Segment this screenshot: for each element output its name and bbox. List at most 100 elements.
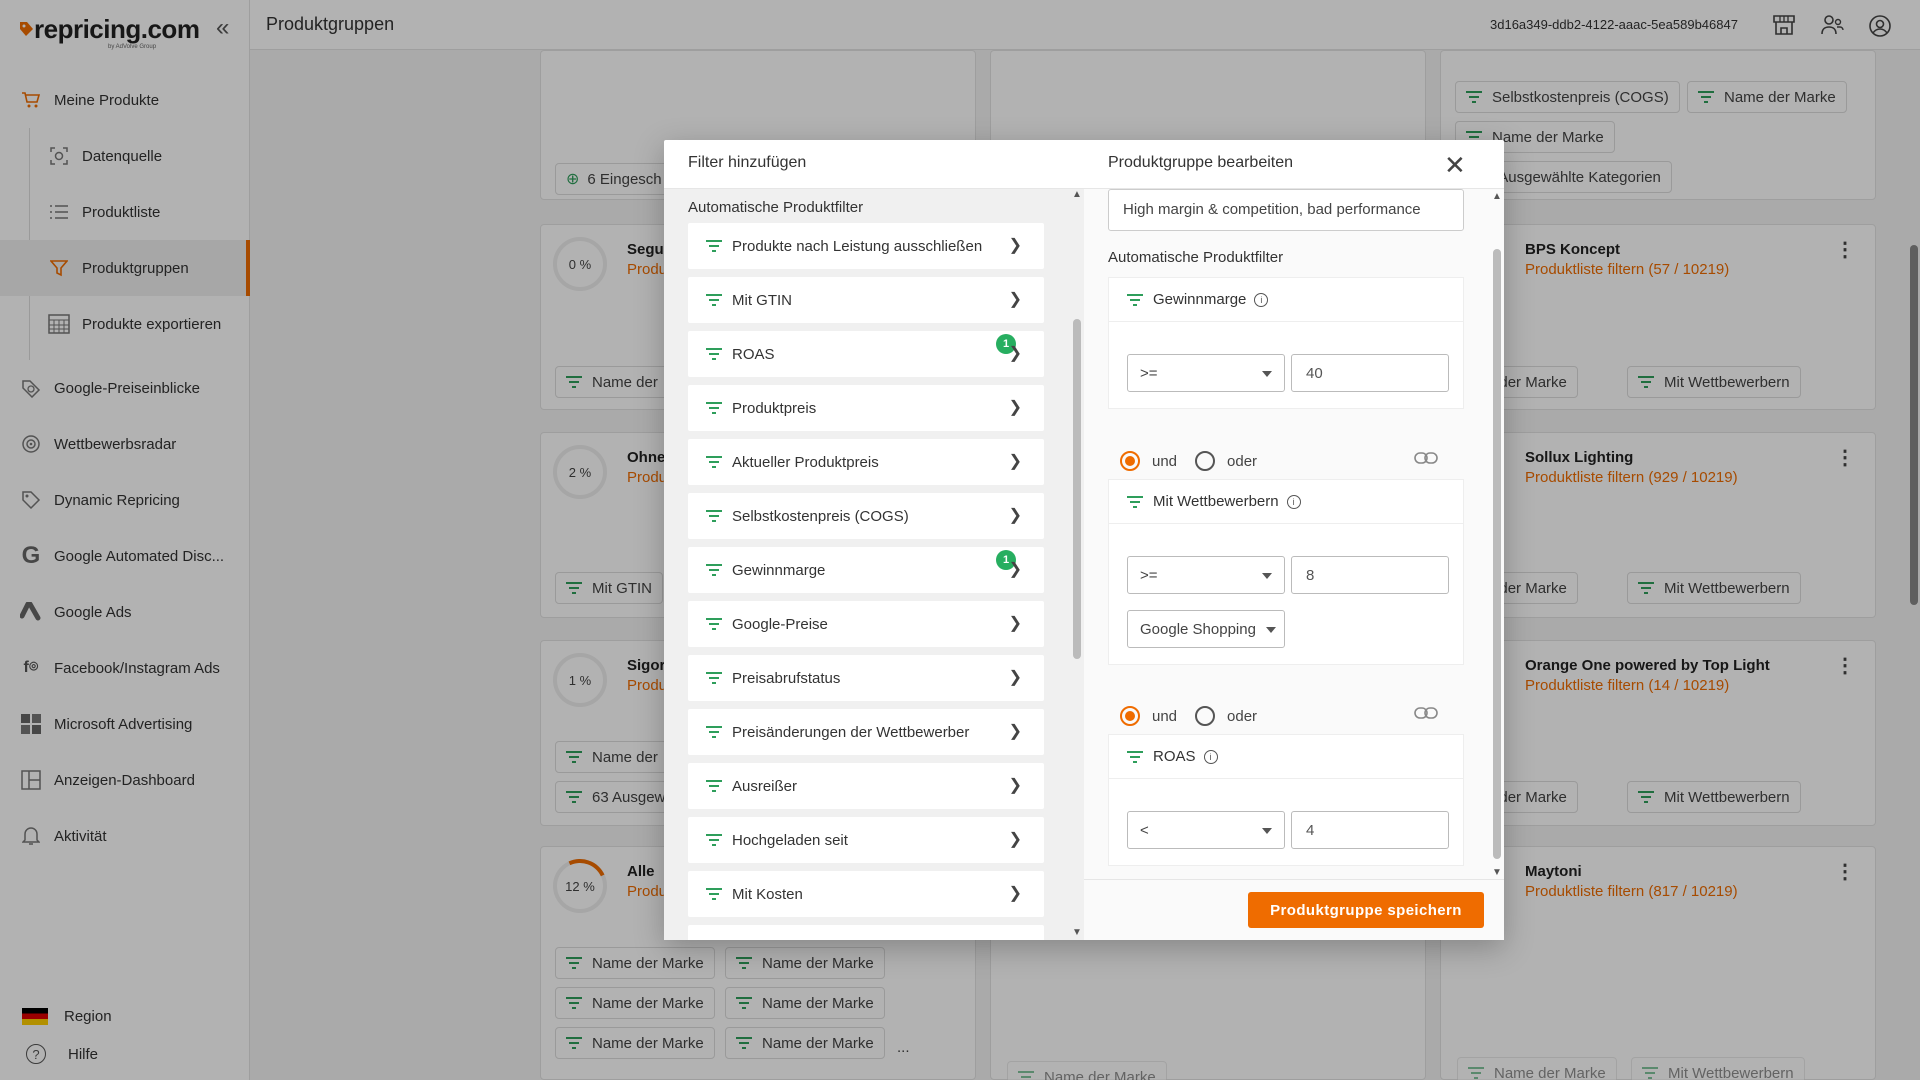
logic-toggle: und oder	[1120, 449, 1257, 473]
margin-value-input[interactable]: 40	[1291, 354, 1449, 392]
chevron-right-icon: ❯	[1008, 885, 1022, 902]
filter-item-label: Preisabrufstatus	[732, 669, 841, 687]
link-icon[interactable]	[1414, 451, 1438, 469]
filter-item-partial[interactable]	[688, 925, 1044, 940]
roas-value-input[interactable]: 4	[1291, 811, 1449, 849]
caret-down-icon	[1262, 573, 1272, 579]
filter-item-price-fetch-status[interactable]: Preisabrufstatus ❯	[688, 655, 1044, 701]
filter-block-label: Gewinnmarge	[1153, 291, 1247, 308]
chevron-right-icon: ❯	[1008, 723, 1022, 740]
caret-down-icon	[1266, 627, 1276, 633]
caret-down-icon	[1262, 371, 1272, 377]
scroll-up-icon[interactable]: ▲	[1072, 189, 1082, 200]
filter-item-label: Mit Kosten	[732, 885, 803, 903]
group-name-input[interactable]: High margin & competition, bad performan…	[1108, 189, 1464, 231]
filter-lines-icon	[706, 294, 722, 306]
chevron-right-icon: ❯	[1008, 561, 1022, 578]
source-select[interactable]: Google Shopping	[1127, 610, 1285, 648]
chevron-right-icon: ❯	[1008, 345, 1022, 362]
caret-down-icon	[1262, 828, 1272, 834]
filter-item-label: Produkte nach Leistung ausschließen	[732, 237, 983, 255]
close-icon[interactable]: ✕	[1444, 150, 1466, 181]
chevron-right-icon: ❯	[1008, 237, 1022, 254]
chevron-right-icon: ❯	[1008, 831, 1022, 848]
chevron-right-icon: ❯	[1008, 291, 1022, 308]
filter-lines-icon	[706, 726, 722, 738]
filter-item-product-price[interactable]: Produktpreis ❯	[688, 385, 1044, 431]
or-radio[interactable]	[1195, 706, 1216, 726]
filter-item-label: Google-Preise	[732, 615, 828, 633]
section-title: Automatische Produktfilter	[688, 199, 864, 216]
chevron-right-icon: ❯	[1008, 615, 1022, 632]
filter-lines-icon	[1127, 750, 1143, 763]
scrollbar-thumb[interactable]	[1073, 319, 1081, 659]
and-label: und	[1152, 707, 1178, 725]
filter-lines-icon	[706, 240, 722, 252]
filter-item-with-costs[interactable]: Mit Kosten ❯	[688, 871, 1044, 917]
filter-lines-icon	[706, 402, 722, 414]
filter-item-competitor-price-changes[interactable]: Preisänderungen der Wettbewerber ❯	[688, 709, 1044, 755]
operator-select[interactable]: >=	[1127, 556, 1285, 594]
scroll-down-icon[interactable]: ▼	[1072, 927, 1082, 938]
filter-item-label: ROAS	[732, 345, 775, 363]
filter-lines-icon	[706, 888, 722, 900]
filter-lines-icon	[706, 348, 722, 360]
filter-block-label: ROAS	[1153, 748, 1196, 765]
edit-group-pane: High margin & competition, bad performan…	[1084, 189, 1504, 940]
and-radio[interactable]	[1120, 706, 1140, 726]
edit-product-group-dialog: Filter hinzufügen Produktgruppe bearbeit…	[664, 140, 1504, 940]
add-filter-title: Filter hinzufügen	[688, 154, 807, 171]
filter-lines-icon	[1127, 495, 1143, 508]
filter-item-label: Selbstkostenpreis (COGS)	[732, 507, 909, 525]
filter-block-roas: ROAS i < 4	[1108, 734, 1464, 866]
filter-item-exclude-performance[interactable]: Produkte nach Leistung ausschließen ❯	[688, 223, 1044, 269]
scrollbar-thumb[interactable]	[1493, 249, 1501, 859]
chevron-right-icon: ❯	[1008, 669, 1022, 686]
or-radio[interactable]	[1195, 451, 1216, 471]
operator-select[interactable]: <	[1127, 811, 1285, 849]
edit-pane-scrollbar[interactable]: ▲ ▼	[1490, 189, 1504, 879]
divider	[1084, 879, 1504, 880]
filter-item-label: Ausreißer	[732, 777, 798, 795]
info-icon[interactable]: i	[1254, 292, 1269, 307]
filter-list-pane: Automatische Produktfilter Produkte nach…	[664, 189, 1084, 940]
filter-item-label: Produktpreis	[732, 399, 817, 417]
filter-item-outliers[interactable]: Ausreißer ❯	[688, 763, 1044, 809]
and-label: und	[1152, 452, 1178, 470]
filter-item-label: Preisänderungen der Wettbewerber	[732, 723, 970, 741]
filter-item-margin[interactable]: Gewinnmarge 1 ❯	[688, 547, 1044, 593]
info-icon[interactable]: i	[1286, 494, 1301, 509]
filter-list-scrollbar[interactable]: ▲ ▼	[1070, 189, 1084, 940]
filter-item-gtin[interactable]: Mit GTIN ❯	[688, 277, 1044, 323]
filter-item-roas[interactable]: ROAS 1 ❯	[688, 331, 1044, 377]
filter-lines-icon	[706, 510, 722, 522]
operator-select[interactable]: >=	[1127, 354, 1285, 392]
filter-item-google-prices[interactable]: Google-Preise ❯	[688, 601, 1044, 647]
chevron-right-icon: ❯	[1008, 453, 1022, 470]
filter-block-competitors: Mit Wettbewerbern i >= 8 Google Shopping	[1108, 479, 1464, 665]
filter-lines-icon	[706, 672, 722, 684]
filter-item-current-price[interactable]: Aktueller Produktpreis ❯	[688, 439, 1044, 485]
filter-lines-icon	[706, 834, 722, 846]
or-label: oder	[1227, 707, 1258, 725]
filter-item-label: Gewinnmarge	[732, 561, 826, 579]
filter-item-uploaded-since[interactable]: Hochgeladen seit ❯	[688, 817, 1044, 863]
filter-block-label: Mit Wettbewerbern	[1153, 493, 1279, 510]
scroll-down-icon[interactable]: ▼	[1492, 867, 1502, 878]
and-radio[interactable]	[1120, 451, 1140, 471]
filter-lines-icon	[706, 564, 722, 576]
scroll-up-icon[interactable]: ▲	[1492, 191, 1502, 202]
competitors-value-input[interactable]: 8	[1291, 556, 1449, 594]
filter-item-cogs[interactable]: Selbstkostenpreis (COGS) ❯	[688, 493, 1044, 539]
chevron-right-icon: ❯	[1008, 777, 1022, 794]
link-icon[interactable]	[1414, 706, 1438, 724]
filter-item-label: Hochgeladen seit	[732, 831, 848, 849]
filter-lines-icon	[1127, 293, 1143, 306]
filter-lines-icon	[706, 780, 722, 792]
chevron-right-icon: ❯	[1008, 507, 1022, 524]
logic-toggle: und oder	[1120, 704, 1257, 728]
info-icon[interactable]: i	[1203, 749, 1218, 764]
save-product-group-button[interactable]: Produktgruppe speichern	[1248, 892, 1484, 928]
filter-lines-icon	[706, 456, 722, 468]
chevron-right-icon: ❯	[1008, 399, 1022, 416]
